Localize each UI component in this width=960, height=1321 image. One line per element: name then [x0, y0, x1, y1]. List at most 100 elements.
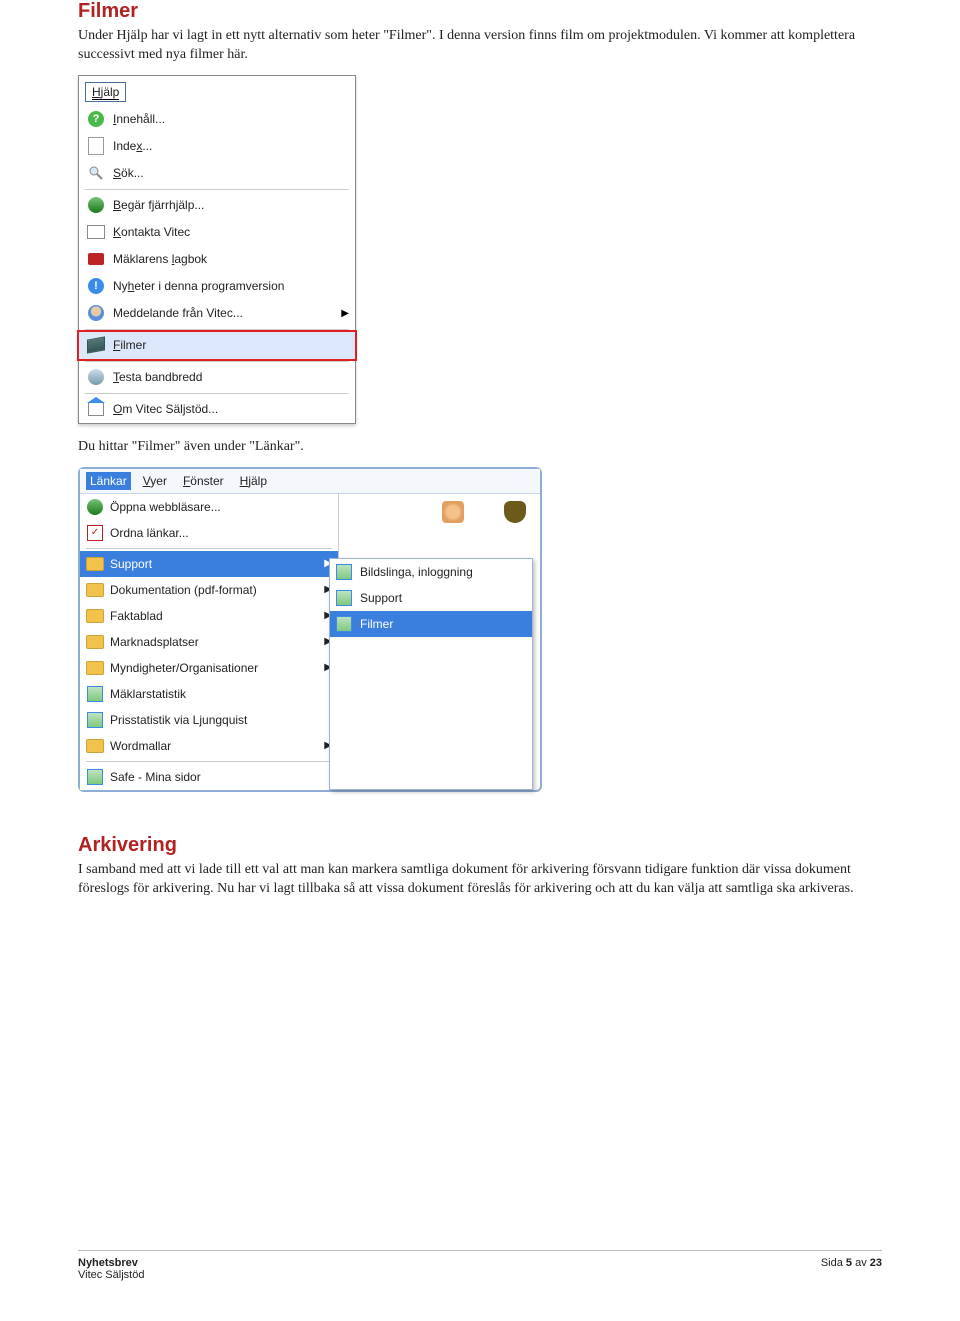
menu-item-label: Index...: [113, 139, 152, 153]
menu-item-wordmallar[interactable]: Wordmallar ▶: [80, 733, 338, 759]
menu-item-marknadsplatser[interactable]: Marknadsplatser ▶: [80, 629, 338, 655]
links-menu-left: Öppna webbläsare... ✓ Ordna länkar... Su…: [80, 494, 339, 790]
menu-item-label: Meddelande från Vitec...: [113, 306, 243, 320]
footer-page-mid: av: [852, 1257, 870, 1269]
menu-item-label: Sök...: [113, 166, 144, 180]
menu-item-label: Mäklarens lagbok: [113, 252, 207, 266]
menu-item-label: Myndigheter/Organisationer: [110, 661, 258, 675]
help-menu-screenshot: Hjälp ? Innehåll... Index... Sök... Begä…: [78, 75, 356, 424]
mail-icon: [87, 223, 105, 241]
menubar-item-hjalp[interactable]: Hjälp: [236, 472, 271, 490]
menu-item-label: Om Vitec Säljstöd...: [113, 402, 218, 416]
menu-item-label: Support: [110, 557, 152, 571]
square-icon: [86, 685, 104, 703]
footer-left-line1: Nyhetsbrev: [78, 1257, 138, 1269]
help-menu-list: ? Innehåll... Index... Sök... Begär fjär…: [79, 106, 355, 423]
section-title-filmer: Filmer: [78, 0, 882, 23]
book-icon: [87, 250, 105, 268]
checklist-icon: ✓: [86, 524, 104, 542]
menu-item-label: Safe - Mina sidor: [110, 770, 201, 784]
footer-page-total: 23: [870, 1257, 882, 1269]
section-title-arkivering: Arkivering: [78, 834, 882, 857]
menu-item-fjarrhjalp[interactable]: Begär fjärrhjälp...: [79, 192, 355, 219]
links-menubar: Länkar Vyer Fönster Hjälp: [80, 469, 540, 494]
folder-icon: [86, 555, 104, 573]
folder-icon: [86, 633, 104, 651]
moneybag-icon[interactable]: [504, 501, 526, 523]
menu-item-myndigheter[interactable]: Myndigheter/Organisationer ▶: [80, 655, 338, 681]
menu-item-label: Bildslinga, inloggning: [360, 565, 473, 579]
menu-item-sok[interactable]: Sök...: [79, 160, 355, 187]
user-icon: [87, 304, 105, 322]
handshake-icon[interactable]: [442, 501, 464, 523]
folder-icon: [86, 607, 104, 625]
menu-item-nyheter[interactable]: ! Nyheter i denna programversion: [79, 273, 355, 300]
menu-item-label: Prisstatistik via Ljungquist: [110, 713, 247, 727]
square-icon: [336, 616, 352, 632]
footer-left-line2: Vitec Säljstöd: [78, 1269, 144, 1281]
document-icon: [87, 137, 105, 155]
menu-item-label: Testa bandbredd: [113, 370, 202, 384]
menu-item-label: Mäklarstatistik: [110, 687, 186, 701]
network-icon: [87, 368, 105, 386]
menu-item-meddelande[interactable]: Meddelande från Vitec... ▶: [79, 300, 355, 327]
menu-item-label: Faktablad: [110, 609, 163, 623]
help-icon: ?: [87, 110, 105, 128]
menu-item-label: Dokumentation (pdf-format): [110, 583, 257, 597]
menu-item-label: Marknadsplatser: [110, 635, 199, 649]
square-icon: [336, 564, 352, 580]
submenu-item-filmer[interactable]: Filmer: [330, 611, 532, 637]
menu-item-label: Innehåll...: [113, 112, 165, 126]
page-footer: Nyhetsbrev Vitec Säljstöd Sida 5 av 23: [78, 1250, 882, 1301]
menu-item-label: Nyheter i denna programversion: [113, 279, 284, 293]
square-icon: [336, 590, 352, 606]
submenu-item-support[interactable]: Support: [330, 585, 532, 611]
menu-item-label: Filmer: [113, 338, 146, 352]
film-icon: [87, 336, 105, 354]
menu-item-bandbredd[interactable]: Testa bandbredd: [79, 364, 355, 391]
menu-item-maklarstatistik[interactable]: Mäklarstatistik: [80, 681, 338, 707]
menu-item-label: Ordna länkar...: [110, 526, 189, 540]
globe-icon: [87, 196, 105, 214]
menu-item-kontakta[interactable]: Kontakta Vitec: [79, 219, 355, 246]
menu-item-lagbok[interactable]: Mäklarens lagbok: [79, 246, 355, 273]
menu-item-label: Filmer: [360, 617, 393, 631]
links-submenu-right: Bildslinga, inloggning Support Filmer: [329, 558, 533, 790]
menu-item-oppna-webblasare[interactable]: Öppna webbläsare...: [80, 494, 338, 520]
filmer-paragraph: Under Hjälp har vi lagt in ett nytt alte…: [78, 27, 882, 65]
menubar-item-vyer[interactable]: Vyer: [139, 472, 171, 490]
globe-icon: [86, 498, 104, 516]
menu-item-label: Support: [360, 591, 402, 605]
menu-item-om[interactable]: Om Vitec Säljstöd...: [79, 396, 355, 423]
square-icon: [86, 711, 104, 729]
toolbar-icons: [442, 501, 540, 523]
folder-icon: [86, 581, 104, 599]
menu-item-safe[interactable]: Safe - Mina sidor: [80, 764, 338, 790]
arkivering-paragraph: I samband med att vi lade till ett val a…: [78, 861, 882, 899]
folder-icon: [86, 737, 104, 755]
filmer-caption: Du hittar "Filmer" även under "Länkar".: [78, 438, 882, 457]
menu-item-innehall[interactable]: ? Innehåll...: [79, 106, 355, 133]
menubar-item-lankar[interactable]: Länkar: [86, 472, 131, 490]
menu-item-dokumentation[interactable]: Dokumentation (pdf-format) ▶: [80, 577, 338, 603]
menu-item-index[interactable]: Index...: [79, 133, 355, 160]
submenu-arrow-icon: ▶: [341, 308, 349, 319]
menubar-item-fonster[interactable]: Fönster: [179, 472, 228, 490]
menu-item-label: Wordmallar: [110, 739, 171, 753]
menu-item-label: Kontakta Vitec: [113, 225, 190, 239]
menu-item-label: Öppna webbläsare...: [110, 500, 221, 514]
menu-item-support[interactable]: Support ▶: [80, 551, 338, 577]
footer-page-prefix: Sida: [821, 1257, 846, 1269]
search-icon: [87, 164, 105, 182]
menu-item-prisstatistik[interactable]: Prisstatistik via Ljungquist: [80, 707, 338, 733]
submenu-item-bildslinga[interactable]: Bildslinga, inloggning: [330, 559, 532, 585]
menu-item-label: Begär fjärrhjälp...: [113, 198, 204, 212]
menu-item-faktablad[interactable]: Faktablad ▶: [80, 603, 338, 629]
folder-icon: [86, 659, 104, 677]
links-menu-screenshot: Länkar Vyer Fönster Hjälp Öppna webbläsa…: [78, 467, 542, 792]
help-menu-button[interactable]: Hjälp: [85, 82, 126, 102]
menu-item-filmer[interactable]: Filmer: [79, 332, 355, 359]
square-icon: [86, 768, 104, 786]
info-icon: !: [87, 277, 105, 295]
menu-item-ordna-lankar[interactable]: ✓ Ordna länkar...: [80, 520, 338, 546]
